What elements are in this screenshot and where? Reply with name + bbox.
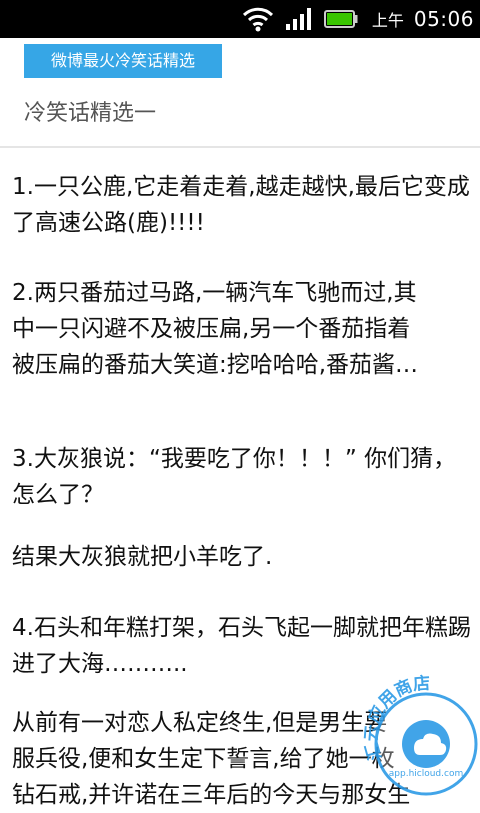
joke-3-answer: 结果大灰狼就把小羊吃了. <box>12 544 273 570</box>
battery-icon <box>323 9 358 29</box>
joke-1: 1.一只公鹿,它走着走着,越走越快,最后它变成了高速公路(鹿)!!!! <box>12 174 470 236</box>
wifi-icon <box>242 6 274 32</box>
divider <box>0 146 480 148</box>
joke-2-line-1: 2.两只番茄过马路,一辆汽车飞驰而过,其 <box>12 280 417 306</box>
joke-2: 2.两只番茄过马路,一辆汽车飞驰而过,其 中一只闪避不及被压扁,另一个番茄指着 … <box>12 275 472 383</box>
joke-2-line-3: 被压扁的番茄大笑道:挖哈哈哈,番茄酱… <box>12 352 419 378</box>
ampm-label: 上午 <box>371 11 404 30</box>
clock: 05:06 <box>413 7 474 31</box>
joke-2-line-2: 中一只闪避不及被压扁,另一个番茄指着 <box>12 316 411 342</box>
watermark-url: app.hicloud.com <box>389 769 463 779</box>
hicloud-watermark: 汇云应用商店 app.hicloud.com <box>360 668 480 800</box>
status-bar: 上午 05:06 <box>0 0 480 38</box>
app-title-tab[interactable]: 微博最火冷笑话精选 <box>24 44 222 78</box>
status-icons: 上午 05:06 <box>242 0 474 38</box>
joke-3: 3.大灰狼说：“我要吃了你！！！” 你们猜，怎么了？ <box>12 446 457 508</box>
signal-icon <box>284 6 314 32</box>
section-title: 冷笑话精选一 <box>24 101 157 126</box>
